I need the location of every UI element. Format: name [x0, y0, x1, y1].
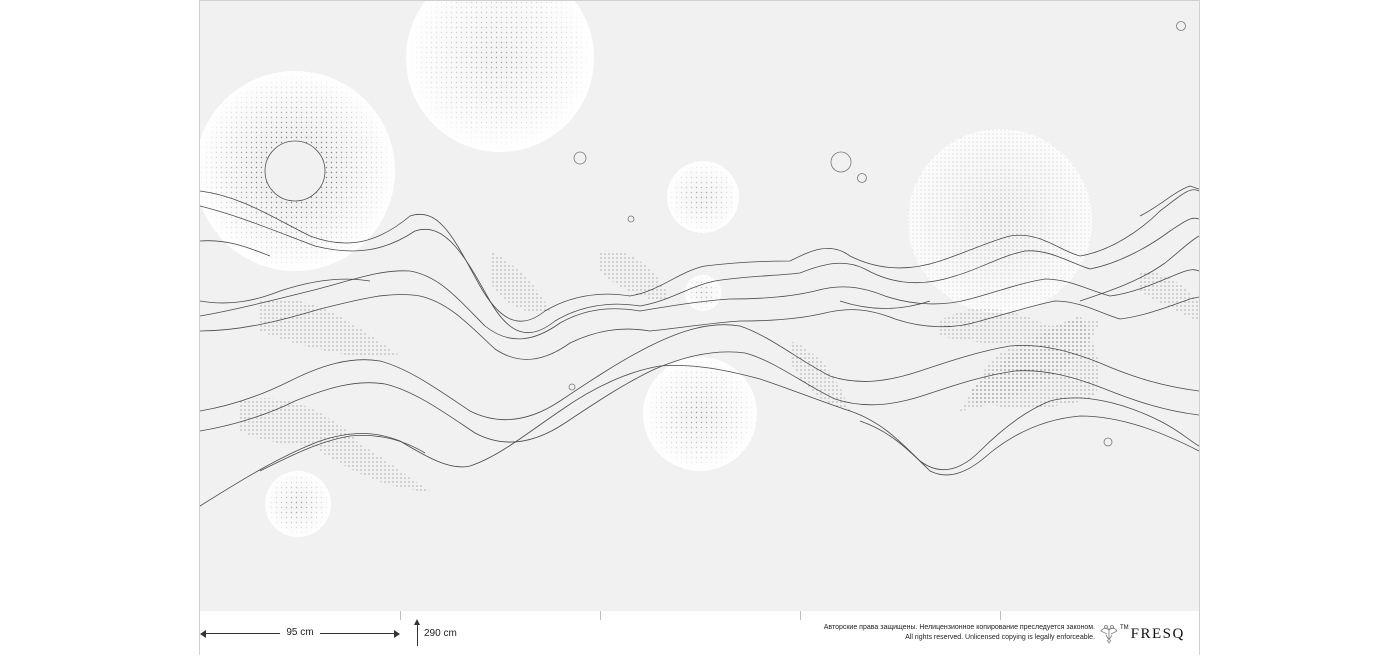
- sphere-lower-left: [265, 471, 331, 537]
- copyright-en: All rights reserved. Unlicensed copying …: [905, 634, 1095, 641]
- trademark-mark: TM: [1120, 625, 1129, 631]
- width-dimension: 95 cm: [200, 627, 400, 641]
- mural-artboard: 95 cm 290 cm Авторские права защищены. Н…: [199, 0, 1200, 655]
- planet-right: [908, 129, 1092, 313]
- mural-artwork: [200, 1, 1199, 611]
- brand-logo: TM FRESQ: [1120, 625, 1185, 643]
- dimension-line: [320, 633, 396, 634]
- copyright-ru: Авторские права защищены. Нелицензионное…: [823, 624, 1095, 631]
- double-headed-eagle-icon: [1100, 625, 1118, 644]
- mural-footer: 95 cm 290 cm Авторские права защищены. Н…: [200, 611, 1199, 655]
- arrow-left-icon: [200, 630, 206, 638]
- copyright-notice: Авторские права защищены. Нелицензионное…: [824, 623, 1095, 643]
- sun-halo: [200, 71, 395, 271]
- height-label: 290 cm: [424, 628, 457, 639]
- brand-name: FRESQ: [1130, 626, 1185, 642]
- height-dimension: 290 cm: [414, 619, 484, 647]
- sphere-top: [406, 1, 594, 152]
- dimension-line: [417, 624, 418, 646]
- panel-divider: [800, 611, 801, 620]
- panel-divider: [1000, 611, 1001, 620]
- arrow-right-icon: [394, 630, 400, 638]
- dimension-line: [204, 633, 280, 634]
- width-label: 95 cm: [286, 627, 314, 638]
- panel-divider: [600, 611, 601, 620]
- sphere-small-center: [685, 275, 721, 311]
- panel-divider: [400, 611, 401, 620]
- mural-illustration: [200, 1, 1199, 537]
- sphere-mid: [667, 161, 739, 233]
